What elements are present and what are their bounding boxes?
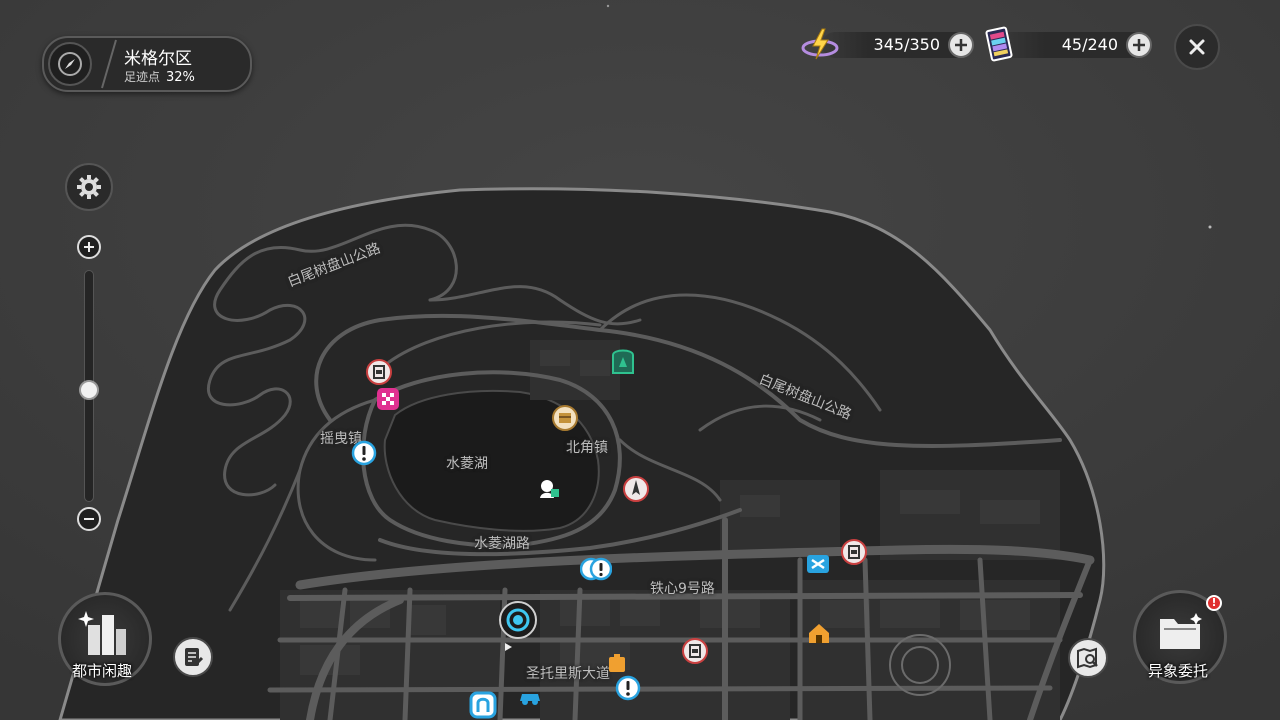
region-info-panel: 米格尔区 足迹点 32% (42, 36, 252, 92)
plus-icon (84, 242, 94, 252)
portal-marker-icon[interactable] (468, 690, 498, 720)
battery-value: 345/350 (873, 35, 940, 54)
commission-alert-badge: ! (1206, 595, 1222, 611)
shrine-marker-icon[interactable] (610, 345, 636, 375)
city-buildings-icon (78, 611, 126, 655)
supply-box-marker-icon[interactable] (551, 404, 579, 432)
settings-button[interactable] (65, 163, 113, 211)
plus-icon (955, 39, 967, 51)
direction-arrow-icon (505, 643, 512, 651)
npc-marker-icon[interactable] (536, 476, 562, 502)
home-marker-icon[interactable] (806, 620, 832, 646)
world-map[interactable] (0, 0, 1280, 720)
commissions-label: 异象委托 (1148, 662, 1209, 680)
card-add-button[interactable] (1126, 32, 1152, 58)
card-currency-bar: 45/240 (998, 32, 1152, 58)
city-leisure-label: 都市闲趣 (72, 662, 133, 680)
close-button[interactable] (1174, 24, 1220, 70)
panel-divider (101, 39, 117, 89)
player-location-icon (499, 601, 537, 639)
shop-marker-icon[interactable] (681, 637, 709, 665)
compass-button[interactable] (48, 42, 92, 86)
battery-charge-icon (801, 28, 839, 60)
garage-marker-icon[interactable] (805, 553, 831, 575)
map-label-town-north: 北角镇 (566, 440, 608, 456)
store-marker-icon[interactable] (606, 652, 628, 674)
plus-icon (1133, 39, 1145, 51)
battery-add-button[interactable] (948, 32, 974, 58)
compass-icon (58, 52, 82, 76)
footprint-progress: 足迹点 32% (124, 68, 195, 85)
map-label-lake: 水菱湖 (446, 456, 488, 472)
map-label-road-iron: 铁心9号路 (650, 581, 715, 597)
map-label-avenue: 圣托里斯大道 (526, 666, 610, 682)
gear-icon (77, 175, 101, 199)
notes-button[interactable] (173, 637, 213, 677)
battery-currency-bar: 345/350 (822, 32, 974, 58)
folder-icon (1160, 613, 1202, 649)
footprint-value: 32% (166, 70, 195, 85)
map-search-icon (1077, 647, 1098, 669)
close-icon (1189, 39, 1205, 55)
double-quest-marker-icon[interactable] (580, 556, 612, 582)
notepad-icon (185, 648, 204, 666)
quest-marker-icon[interactable] (351, 440, 377, 466)
race-flag-marker-icon[interactable] (374, 385, 402, 413)
shop-marker-icon[interactable] (365, 358, 393, 386)
map-search-button[interactable] (1068, 638, 1108, 678)
minus-icon (84, 518, 94, 520)
rainbow-card-icon (985, 26, 1013, 62)
zoom-in-button[interactable] (77, 235, 101, 259)
car-marker-icon[interactable] (517, 687, 543, 707)
quest-marker-icon[interactable] (615, 675, 641, 701)
shop-marker-icon[interactable] (840, 538, 868, 566)
zoom-out-button[interactable] (77, 507, 101, 531)
card-value: 45/240 (1061, 35, 1118, 54)
map-label-road-lake: 水菱湖路 (474, 536, 530, 552)
footprint-label: 足迹点 (124, 70, 161, 84)
rocket-marker-icon[interactable] (622, 475, 650, 503)
region-name: 米格尔区 (124, 49, 192, 69)
